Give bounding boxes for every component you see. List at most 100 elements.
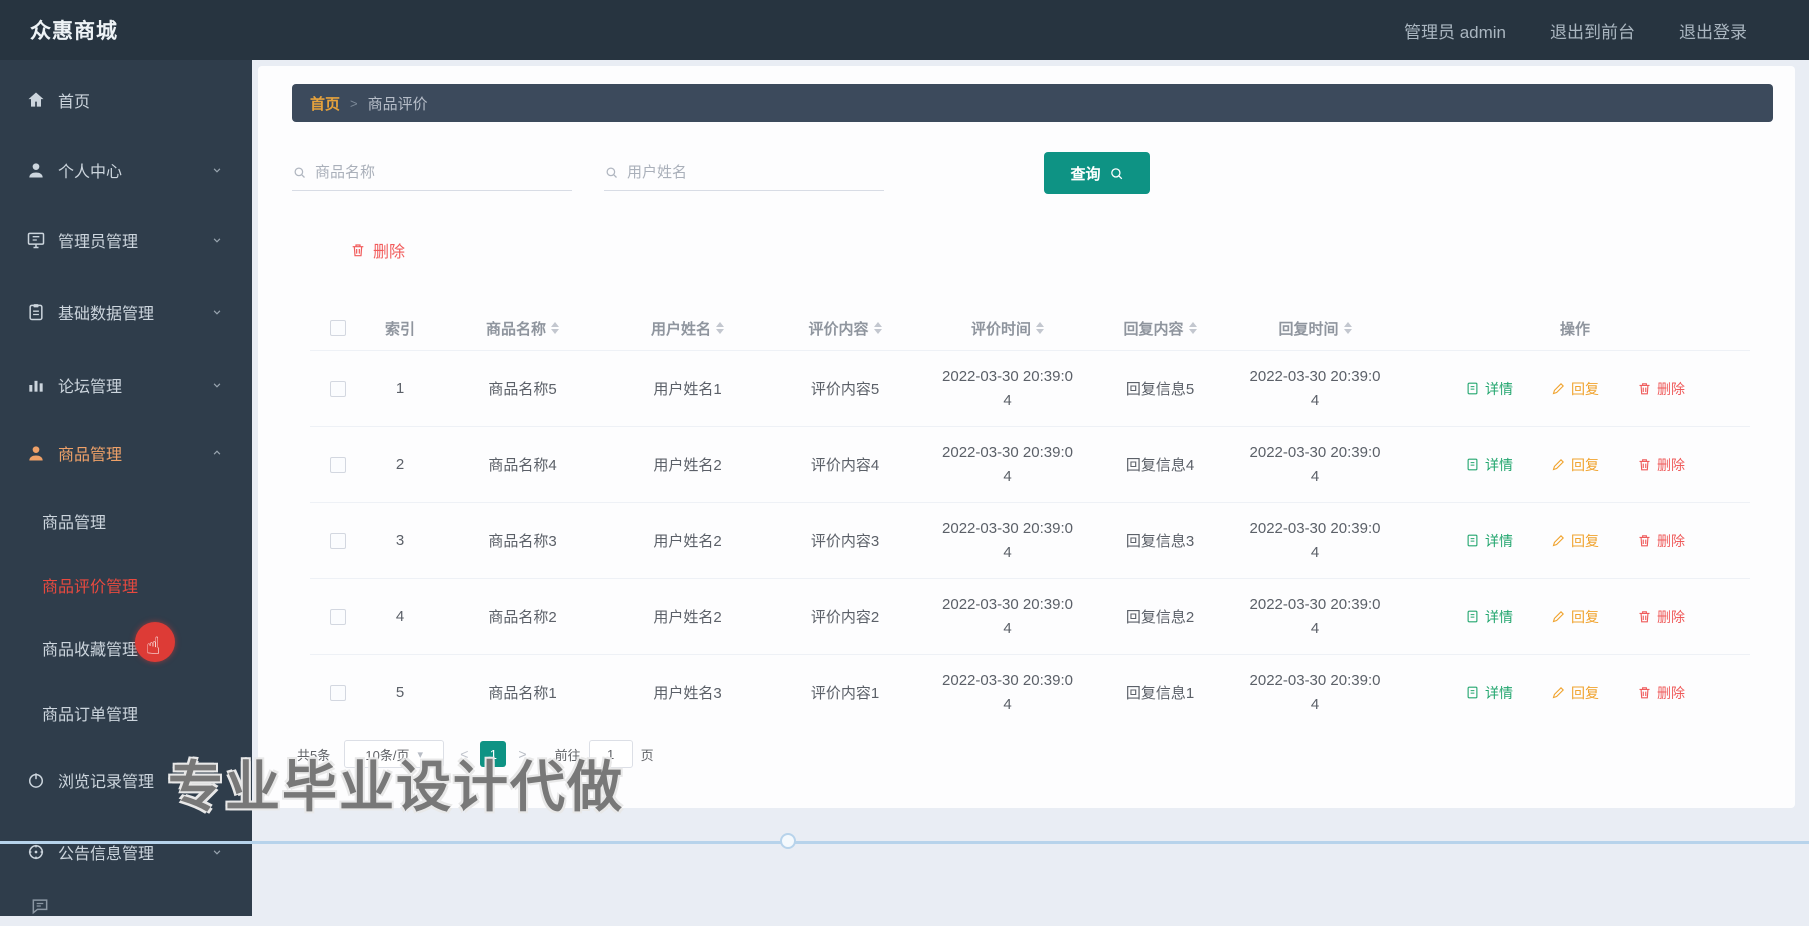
delete-button[interactable]: 删除 (1637, 683, 1685, 703)
review-table: 索引 商品名称 用户姓名 评价内容 评价时间 回复内容 回复时间 操作 1 商品… (310, 306, 1750, 730)
sidebar-subitem-product-management[interactable]: 商品管理 (0, 501, 252, 541)
pen-icon (1551, 533, 1566, 548)
select-all-checkbox[interactable] (329, 320, 346, 336)
sidebar-item-label: 商品管理 (58, 447, 123, 464)
admin-user-label[interactable]: 管理员 admin (1404, 18, 1506, 43)
cell-reply: 回复信息2 (1125, 609, 1195, 626)
detail-button[interactable]: 详情 (1465, 379, 1513, 399)
delete-button[interactable]: 删除 (1637, 379, 1685, 399)
cell-reply-time: 2022-03-30 20:39:04 (1249, 672, 1381, 713)
product-name-field (292, 155, 572, 191)
cell-reply-time: 2022-03-30 20:39:04 (1249, 520, 1381, 561)
detail-button[interactable]: 详情 (1465, 455, 1513, 475)
sidebar-item-product-management[interactable]: 商品管理 (0, 433, 252, 473)
cursor-highlight: ☝ (135, 622, 175, 662)
document-icon (1465, 609, 1480, 624)
query-button[interactable]: 查询 (1044, 152, 1150, 194)
compass-icon (26, 842, 46, 862)
column-header-comment-time[interactable]: 评价时间 (925, 318, 1090, 339)
pen-icon (1551, 685, 1566, 700)
reply-button[interactable]: 回复 (1551, 379, 1599, 399)
detail-button[interactable]: 详情 (1465, 683, 1513, 703)
sidebar-item-partial[interactable] (0, 886, 252, 926)
delete-button[interactable]: 删除 (1637, 607, 1685, 627)
user-icon (26, 443, 46, 463)
pen-icon (1551, 381, 1566, 396)
row-checkbox[interactable] (329, 608, 346, 625)
sort-icon[interactable] (1036, 322, 1044, 334)
document-icon (1465, 685, 1480, 700)
detail-button[interactable]: 详情 (1465, 531, 1513, 551)
monitor-icon (26, 230, 46, 250)
sidebar-subitem-product-order-management[interactable]: 商品订单管理 (0, 693, 252, 733)
document-icon (1465, 457, 1480, 472)
sidebar-item-forum-management[interactable]: 论坛管理 (0, 365, 252, 405)
logout-link[interactable]: 退出登录 (1679, 18, 1747, 43)
user-name-input[interactable] (627, 164, 857, 181)
delete-button[interactable]: 删除 (1637, 531, 1685, 551)
row-checkbox[interactable] (329, 532, 346, 549)
sidebar-item-label: 商品管理 (42, 515, 107, 532)
sidebar-item-label: 商品评价管理 (42, 579, 139, 596)
sort-icon[interactable] (1343, 322, 1352, 334)
power-icon (26, 770, 46, 790)
sidebar-item-basic-data-management[interactable]: 基础数据管理 (0, 292, 252, 332)
sidebar-subitem-product-review-management[interactable]: 商品评价管理 (0, 565, 252, 605)
cell-comment: 评价内容4 (810, 457, 880, 474)
content-panel: 首页 > 商品评价 查询 (258, 66, 1795, 808)
column-header-comment[interactable]: 评价内容 (765, 318, 925, 339)
sidebar-item-home[interactable]: 首页 (0, 80, 252, 120)
user-icon (26, 160, 46, 180)
reply-button[interactable]: 回复 (1551, 531, 1599, 551)
chevron-up-icon (210, 446, 224, 460)
home-icon (26, 90, 46, 110)
cell-reply: 回复信息4 (1125, 457, 1195, 474)
chevron-down-icon (210, 163, 224, 177)
breadcrumb-home-link[interactable]: 首页 (310, 93, 340, 114)
sidebar-item-announcement-management[interactable]: 公告信息管理 (0, 832, 252, 872)
cell-reply: 回复信息3 (1125, 533, 1195, 550)
cell-product: 商品名称5 (488, 381, 557, 398)
cell-user: 用户姓名1 (653, 381, 722, 398)
sort-icon[interactable] (1188, 322, 1197, 334)
column-header-reply[interactable]: 回复内容 (1090, 318, 1230, 339)
sidebar-subitem-product-favorite-management[interactable]: 商品收藏管理 (0, 628, 252, 668)
sidebar-item-personal-center[interactable]: 个人中心 (0, 150, 252, 190)
column-header-reply-time[interactable]: 回复时间 (1230, 318, 1400, 339)
cell-reply-time: 2022-03-30 20:39:04 (1249, 596, 1381, 637)
cell-comment-time: 2022-03-30 20:39:04 (942, 444, 1073, 485)
exit-to-front-link[interactable]: 退出到前台 (1550, 18, 1635, 43)
column-header-user[interactable]: 用户姓名 (610, 318, 765, 339)
reply-button[interactable]: 回复 (1551, 683, 1599, 703)
delete-button[interactable]: 删除 (1637, 455, 1685, 475)
reply-button[interactable]: 回复 (1551, 455, 1599, 475)
app-title: 众惠商城 (30, 20, 118, 43)
row-checkbox[interactable] (329, 456, 346, 473)
cell-reply: 回复信息5 (1125, 381, 1195, 398)
sidebar-item-label: 商品收藏管理 (42, 642, 139, 659)
search-bar: 查询 (292, 152, 1773, 194)
cell-index: 1 (395, 380, 405, 397)
row-checkbox[interactable] (329, 684, 346, 701)
column-header-product[interactable]: 商品名称 (435, 318, 610, 339)
sort-icon[interactable] (716, 322, 724, 334)
detail-button[interactable]: 详情 (1465, 607, 1513, 627)
trash-icon (350, 242, 366, 258)
search-icon (292, 165, 307, 180)
sidebar-item-label: 管理员管理 (58, 234, 139, 251)
reply-button[interactable]: 回复 (1551, 607, 1599, 627)
column-header-index: 索引 (384, 320, 415, 338)
cell-index: 2 (395, 456, 405, 473)
sort-icon[interactable] (551, 322, 559, 334)
sidebar-item-admin-management[interactable]: 管理员管理 (0, 220, 252, 260)
bar-chart-icon (26, 375, 46, 395)
product-name-input[interactable] (315, 164, 545, 181)
sort-icon[interactable] (873, 322, 882, 334)
sidebar-item-label: 浏览记录管理 (58, 774, 155, 791)
batch-delete-label: 删除 (373, 244, 406, 261)
row-checkbox[interactable] (329, 380, 346, 397)
sidebar-item-label: 论坛管理 (58, 379, 123, 396)
table-row: 3 商品名称3 用户姓名2 评价内容3 2022-03-30 20:39:04 … (310, 502, 1750, 578)
trash-icon (1637, 685, 1652, 700)
batch-delete-button[interactable]: 删除 (350, 238, 405, 262)
